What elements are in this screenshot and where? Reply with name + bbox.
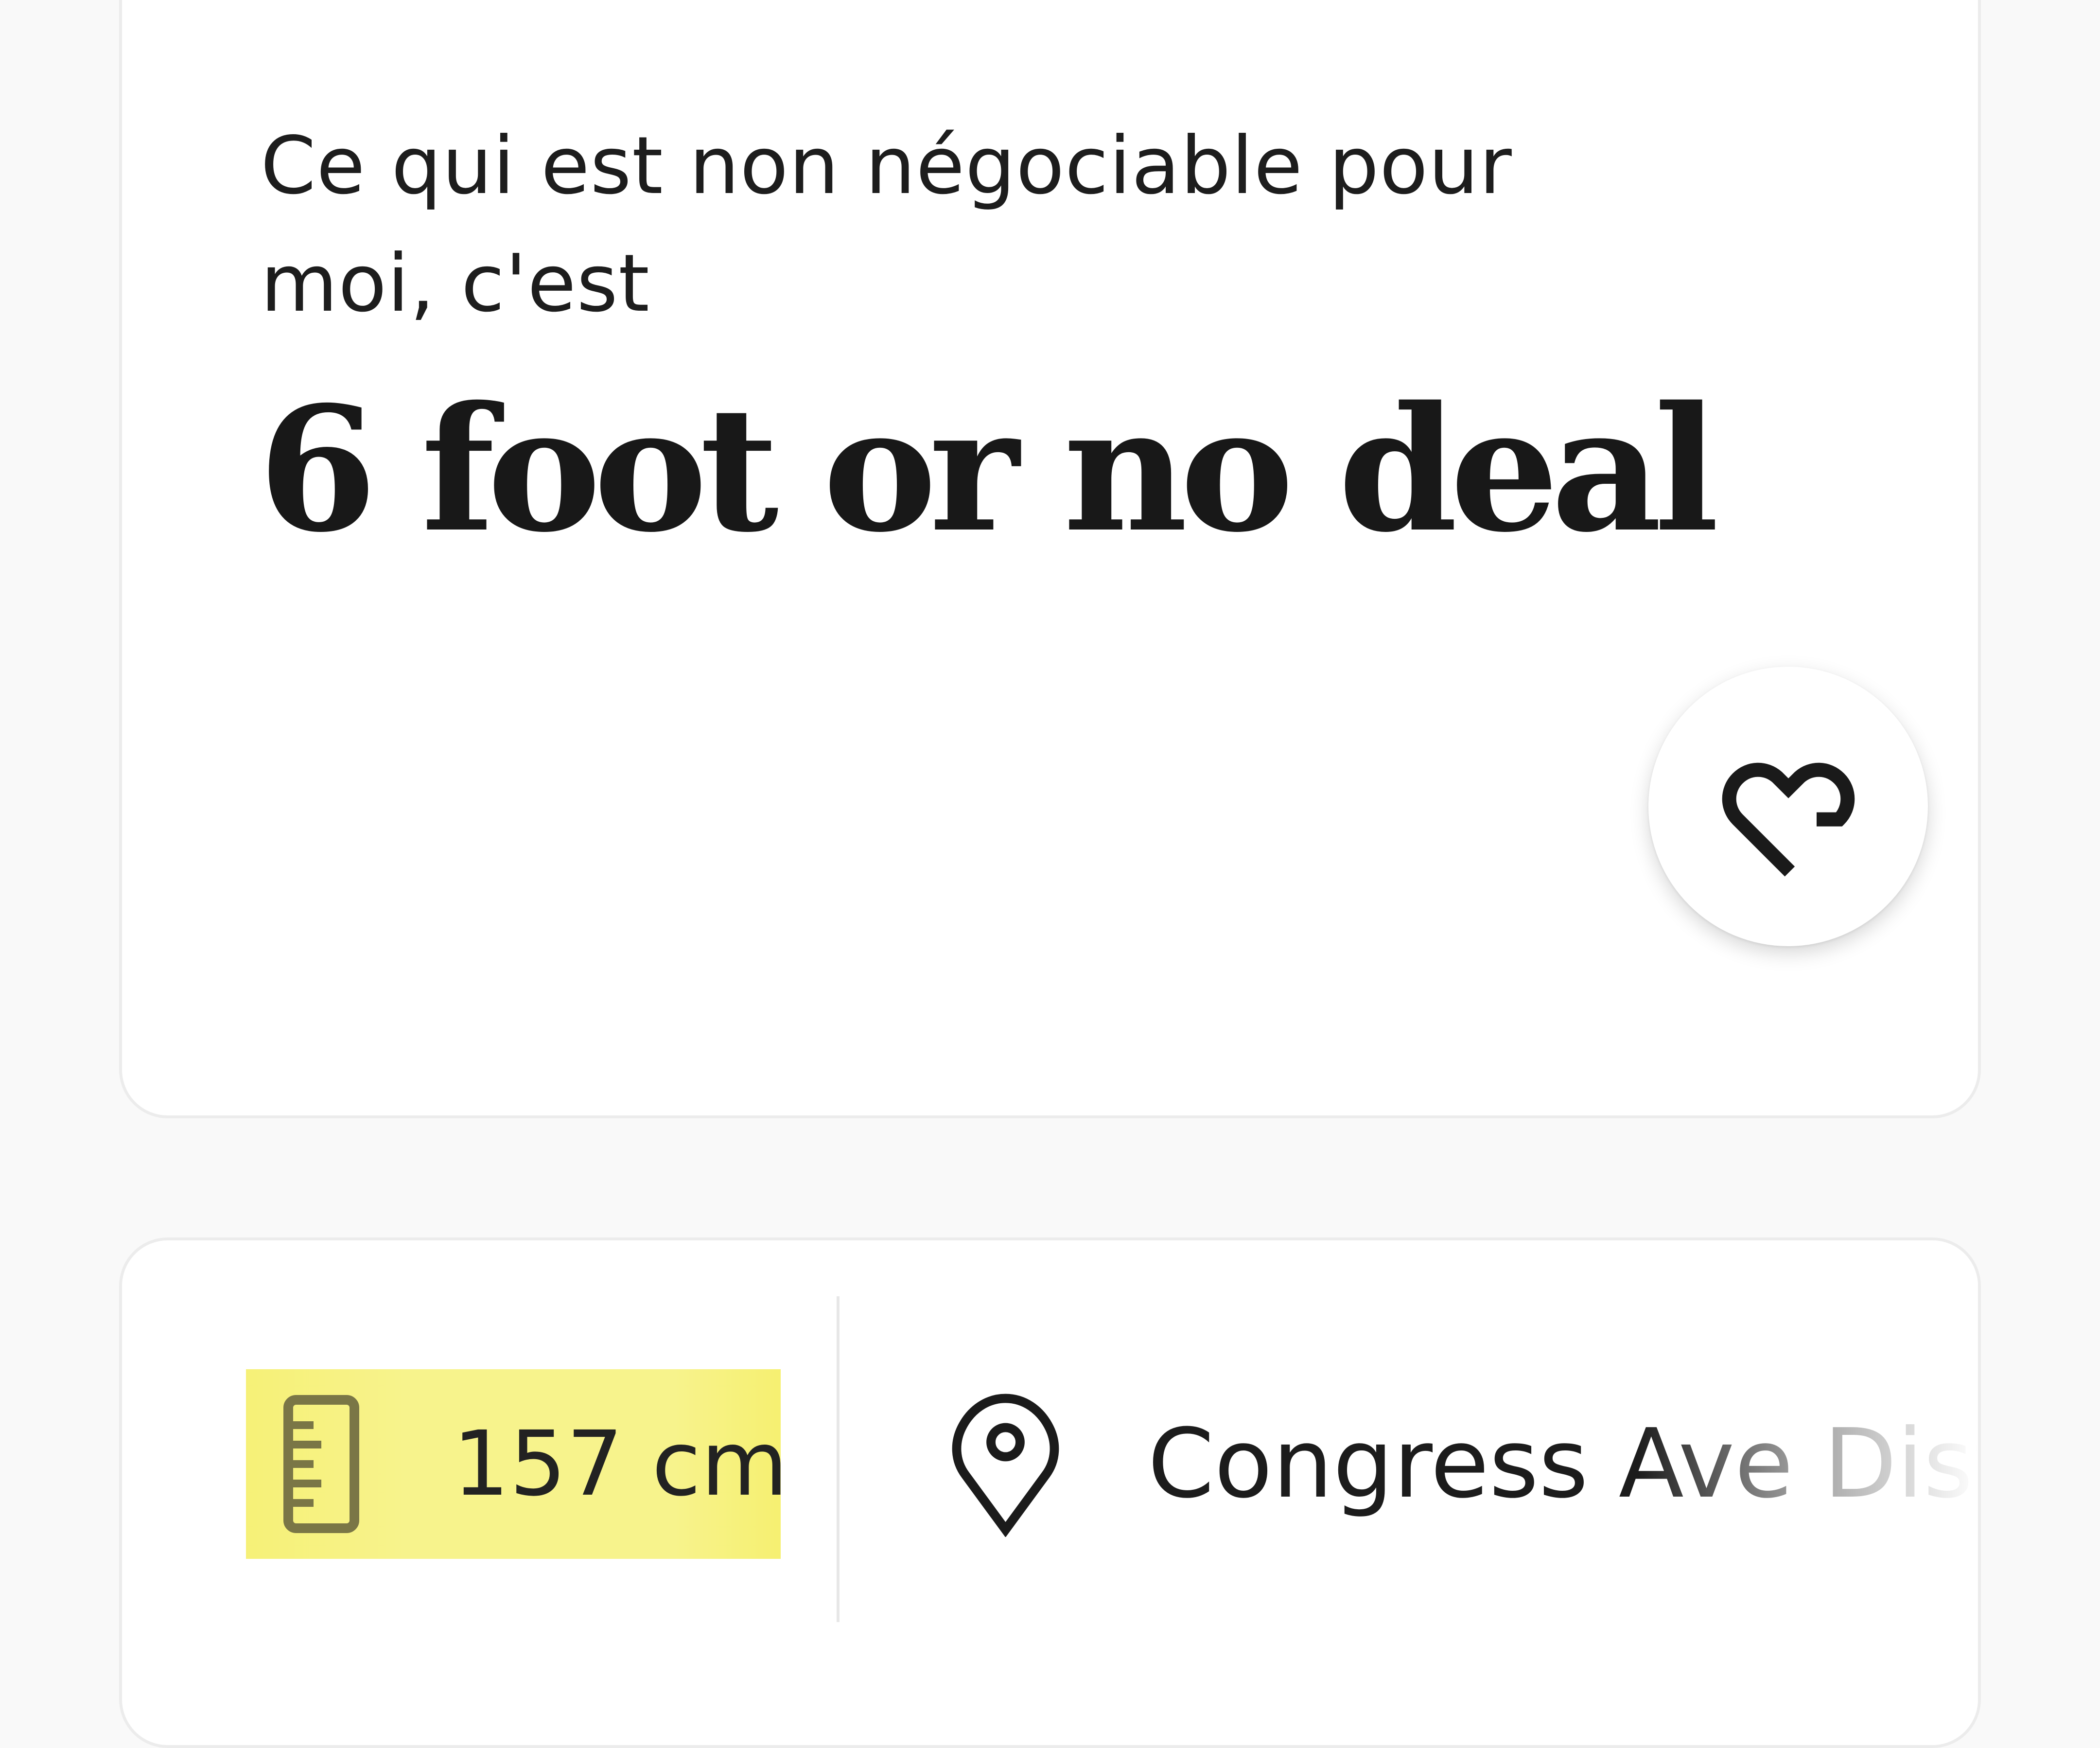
heart-like-icon <box>1722 762 1855 877</box>
prompt-answer: 6 foot or no deal <box>258 369 1719 570</box>
height-value: 157 cm <box>453 1412 788 1516</box>
prompt-card: Ce qui est non négociable pour moi, c'es… <box>119 0 1981 1118</box>
height-chip: 157 cm <box>246 1369 788 1559</box>
divider <box>837 1296 840 1622</box>
like-button[interactable] <box>1648 667 1928 946</box>
prompt-question: Ce qui est non négociable pour moi, c'es… <box>261 120 1512 330</box>
location-value: Congress Ave Distr <box>1148 1409 1981 1519</box>
profile-info-card: 157 cm Congress Ave Distr <box>119 1237 1981 1748</box>
location-pin-icon <box>952 1394 1059 1537</box>
ruler-icon <box>283 1395 359 1533</box>
